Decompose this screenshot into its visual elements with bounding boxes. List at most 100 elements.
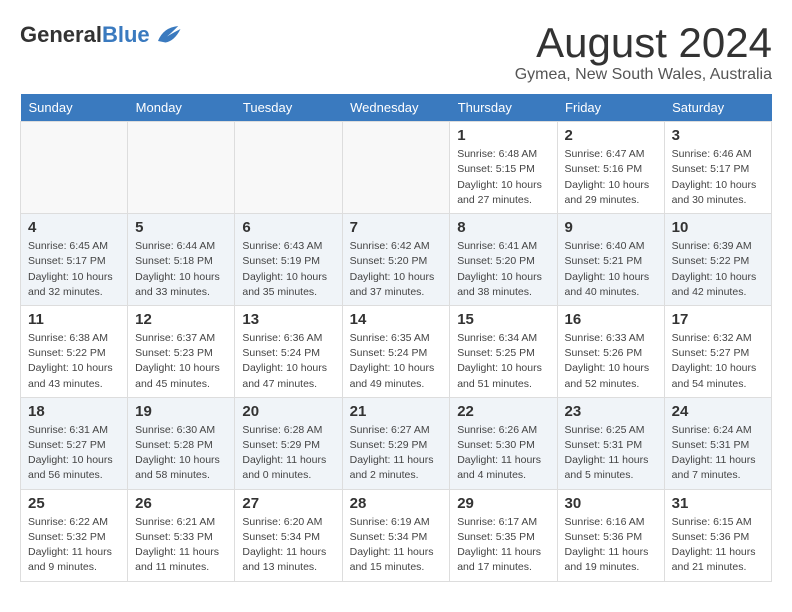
calendar-cell: 25 Sunrise: 6:22 AM Sunset: 5:32 PM Dayli… [21, 489, 128, 581]
calendar-header-row: SundayMondayTuesdayWednesdayThursdayFrid… [21, 94, 772, 122]
day-number: 27 [242, 495, 334, 512]
calendar-cell: 18 Sunrise: 6:31 AM Sunset: 5:27 PM Dayli… [21, 397, 128, 489]
calendar-cell: 12 Sunrise: 6:37 AM Sunset: 5:23 PM Dayli… [128, 305, 235, 397]
calendar-cell: 2Sunrise: 6:47 AM Sunset: 5:16 PM Daylig… [557, 122, 664, 214]
day-number: 26 [135, 495, 227, 512]
calendar-cell: 7 Sunrise: 6:42 AM Sunset: 5:20 PM Daylig… [342, 214, 450, 306]
day-number: 24 [672, 403, 764, 420]
day-info: Sunrise: 6:41 AM Sunset: 5:20 PM Dayligh… [457, 239, 549, 300]
day-number: 25 [28, 495, 120, 512]
day-info: Sunrise: 6:20 AM Sunset: 5:34 PM Dayligh… [242, 515, 334, 576]
day-number: 28 [350, 495, 443, 512]
page-header: GeneralBlue August 2024 Gymea, New South… [20, 20, 772, 84]
calendar-cell [235, 122, 342, 214]
calendar-cell: 26 Sunrise: 6:21 AM Sunset: 5:33 PM Dayli… [128, 489, 235, 581]
calendar-cell: 3Sunrise: 6:46 AM Sunset: 5:17 PM Daylig… [664, 122, 771, 214]
calendar-cell [342, 122, 450, 214]
calendar-cell: 1Sunrise: 6:48 AM Sunset: 5:15 PM Daylig… [450, 122, 557, 214]
day-info: Sunrise: 6:45 AM Sunset: 5:17 PM Dayligh… [28, 239, 120, 300]
day-info: Sunrise: 6:35 AM Sunset: 5:24 PM Dayligh… [350, 331, 443, 392]
day-info: Sunrise: 6:36 AM Sunset: 5:24 PM Dayligh… [242, 331, 334, 392]
calendar-cell: 28 Sunrise: 6:19 AM Sunset: 5:34 PM Dayli… [342, 489, 450, 581]
logo: GeneralBlue [20, 20, 182, 50]
calendar-cell: 23 Sunrise: 6:25 AM Sunset: 5:31 PM Dayli… [557, 397, 664, 489]
day-number: 29 [457, 495, 549, 512]
day-info: Sunrise: 6:42 AM Sunset: 5:20 PM Dayligh… [350, 239, 443, 300]
day-info: Sunrise: 6:38 AM Sunset: 5:22 PM Dayligh… [28, 331, 120, 392]
calendar-cell: 6Sunrise: 6:43 AM Sunset: 5:19 PM Daylig… [235, 214, 342, 306]
day-number: 6 [242, 219, 334, 236]
day-number: 22 [457, 403, 549, 420]
calendar-cell: 21Sunrise: 6:27 AM Sunset: 5:29 PM Dayli… [342, 397, 450, 489]
calendar-cell: 16 Sunrise: 6:33 AM Sunset: 5:26 PM Dayli… [557, 305, 664, 397]
header-wednesday: Wednesday [342, 94, 450, 122]
calendar-cell: 31 Sunrise: 6:15 AM Sunset: 5:36 PM Dayli… [664, 489, 771, 581]
calendar-cell: 9 Sunrise: 6:40 AM Sunset: 5:21 PM Daylig… [557, 214, 664, 306]
header-sunday: Sunday [21, 94, 128, 122]
day-number: 30 [565, 495, 657, 512]
day-info: Sunrise: 6:15 AM Sunset: 5:36 PM Dayligh… [672, 515, 764, 576]
calendar-cell: 8Sunrise: 6:41 AM Sunset: 5:20 PM Daylig… [450, 214, 557, 306]
header-saturday: Saturday [664, 94, 771, 122]
calendar-cell: 29Sunrise: 6:17 AM Sunset: 5:35 PM Dayli… [450, 489, 557, 581]
calendar-cell: 15Sunrise: 6:34 AM Sunset: 5:25 PM Dayli… [450, 305, 557, 397]
day-number: 1 [457, 127, 549, 144]
day-number: 23 [565, 403, 657, 420]
calendar-cell [21, 122, 128, 214]
calendar-cell: 11 Sunrise: 6:38 AM Sunset: 5:22 PM Dayli… [21, 305, 128, 397]
header-friday: Friday [557, 94, 664, 122]
logo-bird-icon [152, 20, 182, 50]
day-number: 12 [135, 311, 227, 328]
day-number: 18 [28, 403, 120, 420]
day-info: Sunrise: 6:30 AM Sunset: 5:28 PM Dayligh… [135, 423, 227, 484]
day-info: Sunrise: 6:46 AM Sunset: 5:17 PM Dayligh… [672, 147, 764, 208]
day-number: 19 [135, 403, 227, 420]
calendar-cell: 10Sunrise: 6:39 AM Sunset: 5:22 PM Dayli… [664, 214, 771, 306]
calendar-week-5: 25 Sunrise: 6:22 AM Sunset: 5:32 PM Dayli… [21, 489, 772, 581]
day-info: Sunrise: 6:40 AM Sunset: 5:21 PM Dayligh… [565, 239, 657, 300]
calendar-cell: 24 Sunrise: 6:24 AM Sunset: 5:31 PM Dayli… [664, 397, 771, 489]
calendar-week-4: 18 Sunrise: 6:31 AM Sunset: 5:27 PM Dayli… [21, 397, 772, 489]
calendar-cell [128, 122, 235, 214]
day-info: Sunrise: 6:21 AM Sunset: 5:33 PM Dayligh… [135, 515, 227, 576]
day-number: 13 [242, 311, 334, 328]
day-number: 21 [350, 403, 443, 420]
calendar-cell: 27 Sunrise: 6:20 AM Sunset: 5:34 PM Dayli… [235, 489, 342, 581]
header-thursday: Thursday [450, 94, 557, 122]
day-number: 15 [457, 311, 549, 328]
day-number: 2 [565, 127, 657, 144]
day-info: Sunrise: 6:19 AM Sunset: 5:34 PM Dayligh… [350, 515, 443, 576]
day-number: 10 [672, 219, 764, 236]
header-tuesday: Tuesday [235, 94, 342, 122]
day-info: Sunrise: 6:31 AM Sunset: 5:27 PM Dayligh… [28, 423, 120, 484]
day-info: Sunrise: 6:25 AM Sunset: 5:31 PM Dayligh… [565, 423, 657, 484]
calendar-cell: 5Sunrise: 6:44 AM Sunset: 5:18 PM Daylig… [128, 214, 235, 306]
location-subtitle: Gymea, New South Wales, Australia [515, 66, 772, 84]
day-number: 16 [565, 311, 657, 328]
day-number: 7 [350, 219, 443, 236]
logo-general-text: General [20, 22, 102, 47]
day-number: 5 [135, 219, 227, 236]
calendar-cell: 30 Sunrise: 6:16 AM Sunset: 5:36 PM Dayli… [557, 489, 664, 581]
day-number: 20 [242, 403, 334, 420]
month-title: August 2024 [515, 20, 772, 66]
day-info: Sunrise: 6:28 AM Sunset: 5:29 PM Dayligh… [242, 423, 334, 484]
calendar-week-3: 11 Sunrise: 6:38 AM Sunset: 5:22 PM Dayli… [21, 305, 772, 397]
day-number: 4 [28, 219, 120, 236]
day-info: Sunrise: 6:22 AM Sunset: 5:32 PM Dayligh… [28, 515, 120, 576]
day-number: 11 [28, 311, 120, 328]
day-info: Sunrise: 6:37 AM Sunset: 5:23 PM Dayligh… [135, 331, 227, 392]
title-block: August 2024 Gymea, New South Wales, Aust… [515, 20, 772, 84]
calendar-cell: 20 Sunrise: 6:28 AM Sunset: 5:29 PM Dayli… [235, 397, 342, 489]
day-number: 31 [672, 495, 764, 512]
day-number: 14 [350, 311, 443, 328]
header-monday: Monday [128, 94, 235, 122]
day-info: Sunrise: 6:32 AM Sunset: 5:27 PM Dayligh… [672, 331, 764, 392]
day-info: Sunrise: 6:16 AM Sunset: 5:36 PM Dayligh… [565, 515, 657, 576]
logo-blue-text: Blue [102, 22, 150, 47]
day-info: Sunrise: 6:33 AM Sunset: 5:26 PM Dayligh… [565, 331, 657, 392]
day-number: 9 [565, 219, 657, 236]
calendar-cell: 19 Sunrise: 6:30 AM Sunset: 5:28 PM Dayli… [128, 397, 235, 489]
day-number: 17 [672, 311, 764, 328]
day-info: Sunrise: 6:24 AM Sunset: 5:31 PM Dayligh… [672, 423, 764, 484]
